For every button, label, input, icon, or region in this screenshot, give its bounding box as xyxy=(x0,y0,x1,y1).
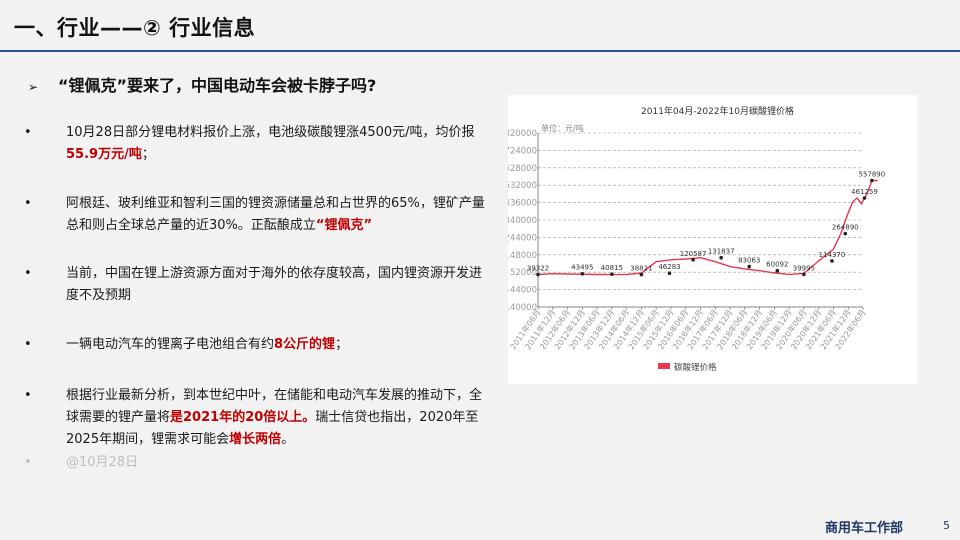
data-label: 39322 xyxy=(527,264,549,272)
data-label: 131837 xyxy=(708,248,735,256)
chart-title: 2011年04月-2022年10月碳酸锂价格 xyxy=(641,105,794,117)
data-point xyxy=(580,271,585,276)
data-point xyxy=(830,259,834,263)
page-number: 5 xyxy=(943,519,950,532)
bullet-text: 10月28日部分锂电材料报价上涨，电池级碳酸锂涨4500元/吨，均价报 xyxy=(66,125,475,140)
series-line xyxy=(537,179,878,276)
list-item: • 根据行业最新分析，到本世纪中叶，在储能和电动汽车发展的推动下，全球需要的锂产… xyxy=(24,385,494,451)
list-item: • 一辆电动汽车的锂离子电池组合有约8公斤的锂； xyxy=(24,334,348,356)
data-point xyxy=(775,268,780,273)
footer-department: 商用车工作部 xyxy=(825,521,904,536)
list-item: • 当前，中国在锂上游资源方面对于海外的依存度较高，国内锂资源开发进度不及预期 xyxy=(24,263,494,307)
bullet-highlight: “锂佩克” xyxy=(315,218,372,233)
headline: ➢ “锂佩克”要来了，中国电动车会被卡脖子吗? xyxy=(28,72,376,96)
list-item: • 10月28日部分锂电材料报价上涨，电池级碳酸锂涨4500元/吨，均价报 55.… xyxy=(24,122,494,166)
legend-label: 碳酸锂价格 xyxy=(674,362,717,373)
bullet-dot-icon: • xyxy=(24,388,32,403)
data-label: 114370 xyxy=(819,251,846,259)
data-label: 461259 xyxy=(851,188,878,196)
bullet-dot-icon: • xyxy=(24,455,32,470)
y-tick-label: 148000 xyxy=(508,251,537,261)
bullet-dot-icon: • xyxy=(24,196,32,211)
bullet-text: 。 xyxy=(281,432,295,447)
data-point xyxy=(667,271,672,276)
bullet-text: ； xyxy=(335,337,349,352)
bullet-dot-icon: • xyxy=(24,337,32,352)
lithium-price-chart: 2011年04月-2022年10月碳酸锂价格单位：元/吨 820000 724000… xyxy=(501,95,917,384)
data-label: 557890 xyxy=(858,171,885,179)
data-label: 39995 xyxy=(793,264,815,272)
data-point xyxy=(691,257,695,262)
data-label: 40815 xyxy=(601,264,623,272)
bullet-dot-icon: • xyxy=(24,125,32,140)
legend-swatch xyxy=(658,363,670,369)
slide-header: 一、行业——② 行业信息 xyxy=(0,0,960,52)
y-tick-label: 820000 xyxy=(508,129,537,139)
list-item: • 阿根廷、玻利维亚和智利三国的锂资源储量总和占世界的65%，锂矿产量总和则占全… xyxy=(24,193,494,237)
y-tick-label: 628000 xyxy=(508,164,537,174)
bullet-highlight: 增长两倍 xyxy=(229,432,282,447)
data-point xyxy=(747,264,752,269)
data-point xyxy=(639,272,644,277)
bullet-text: ； xyxy=(141,147,155,162)
data-point xyxy=(843,231,848,236)
bullet-text: 一辆电动汽车的锂离子电池组合有约 xyxy=(66,337,275,352)
y-tick-label: 532000 xyxy=(508,181,537,191)
bullet-highlight: 8公斤的锂 xyxy=(274,337,336,352)
data-label: 46283 xyxy=(658,263,680,271)
data-point xyxy=(802,272,806,277)
data-label: 120587 xyxy=(680,250,707,258)
data-point xyxy=(862,196,867,200)
data-point xyxy=(870,178,874,183)
header-divider xyxy=(0,50,960,52)
y-tick-label: 244000 xyxy=(508,233,537,243)
data-label: 60092 xyxy=(766,261,788,269)
data-label: 264890 xyxy=(832,224,859,232)
data-point xyxy=(719,255,723,260)
data-point xyxy=(536,272,540,277)
list-item: • @10月28日 xyxy=(24,452,138,474)
data-label: 38821 xyxy=(630,265,652,273)
y-tick-label: 436000 xyxy=(508,199,537,209)
data-label: 43495 xyxy=(571,264,593,272)
chart-svg: 2011年04月-2022年10月碳酸锂价格单位：元/吨 820000 724000… xyxy=(501,105,885,373)
y-tick-label: -44000 xyxy=(508,286,537,296)
bullet-text: 阿根廷、玻利维亚和智利三国的锂资源储量总和占世界的65%，锂矿产量总和则占全球总… xyxy=(66,196,485,233)
data-point xyxy=(610,272,614,277)
data-label: 83063 xyxy=(738,257,760,265)
bullet-text: 当前，中国在锂上游资源方面对于海外的依存度较高，国内锂资源开发进度不及预期 xyxy=(66,266,483,303)
headline-text: “锂佩克”要来了，中国电动车会被卡脖子吗? xyxy=(58,76,377,95)
source-note: @10月28日 xyxy=(66,455,139,470)
slide-title: 一、行业——② 行业信息 xyxy=(14,16,256,40)
arrow-bullet-icon: ➢ xyxy=(28,80,39,94)
y-tick-label: 340000 xyxy=(508,216,537,226)
y-tick-label: 724000 xyxy=(508,146,537,156)
unit-label: 单位：元/吨 xyxy=(541,123,584,133)
bullet-dot-icon: • xyxy=(24,266,32,281)
bullet-highlight: 55.9万元/吨 xyxy=(66,147,142,162)
bullet-highlight: 是2021年的20倍以上。 xyxy=(170,410,316,425)
